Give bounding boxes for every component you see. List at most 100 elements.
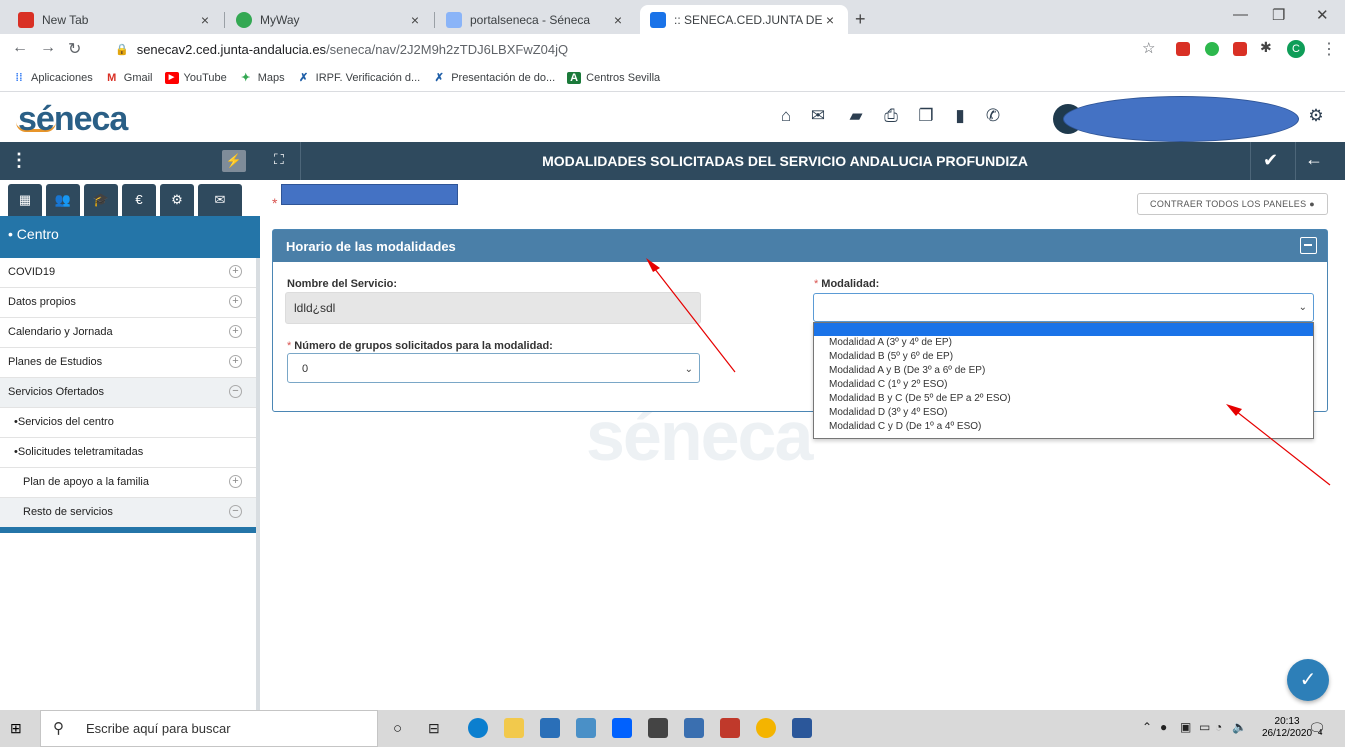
tab-seneca-active[interactable]: :: SENECA.CED.JUNTA DE ANDALU × — [640, 5, 848, 34]
dropbox-icon[interactable] — [612, 718, 632, 738]
bookmark-gmail[interactable]: M Gmail — [105, 72, 152, 84]
pdf2-extension-icon[interactable] — [1233, 42, 1247, 56]
phone-icon[interactable]: ✆ — [983, 106, 1003, 126]
reload-icon[interactable]: ↻ — [68, 39, 81, 59]
dropdown-option[interactable]: Modalidad B (5º y 6º de EP) — [814, 350, 1313, 364]
app-red-icon[interactable] — [720, 718, 740, 738]
users-icon[interactable]: 👥 — [46, 184, 80, 216]
collapse-all-panels-button[interactable]: CONTRAER TODOS LOS PANELES ● — [1137, 193, 1328, 215]
bookmark-centros-sevilla[interactable]: A Centros Sevilla — [567, 71, 660, 84]
gear-icon[interactable]: ⚙ — [1306, 106, 1326, 126]
documents-icon[interactable]: ❐ — [916, 106, 936, 126]
building-icon[interactable]: ▦ — [8, 184, 42, 216]
taskbar-search-box[interactable]: ⚲ Escribe aquí para buscar — [40, 710, 378, 747]
euro-icon[interactable]: € — [122, 184, 156, 216]
accept-check-icon[interactable]: ✔ — [1263, 150, 1278, 171]
expand-icon[interactable]: + — [229, 355, 242, 368]
edge-icon[interactable] — [468, 718, 488, 738]
folder-icon[interactable]: ▰ — [846, 106, 866, 126]
expand-icon[interactable]: + — [229, 265, 242, 278]
dropdown-option-empty-highlighted[interactable] — [814, 323, 1313, 336]
sidebar-item-planes-estudios[interactable]: Planes de Estudios + — [0, 348, 256, 378]
sidebar-item-covid19[interactable]: COVID19 + — [0, 258, 256, 288]
dropdown-option[interactable]: Modalidad B y C (De 5º de EP a 2º ESO) — [814, 392, 1313, 406]
dropdown-option[interactable]: Modalidad C (1º y 2º ESO) — [814, 378, 1313, 392]
sidebar-item-plan-apoyo[interactable]: Plan de apoyo a la familia + — [0, 468, 256, 498]
groups-select[interactable]: 0 ⌄ — [287, 353, 700, 383]
close-window-icon[interactable]: ✕ — [1316, 6, 1329, 24]
tab-new-tab[interactable]: New Tab × — [8, 5, 223, 34]
seneca-logo[interactable]: séneca — [18, 100, 128, 139]
battery-icon[interactable]: ▭ — [1199, 720, 1210, 734]
modality-select[interactable]: ⌄ — [813, 293, 1314, 322]
mail-app-icon[interactable] — [576, 718, 596, 738]
cogs-icon[interactable]: ⚙ — [160, 184, 194, 216]
bookmark-presentacion[interactable]: ✗ Presentación de do... — [432, 72, 556, 84]
tray-app-icon[interactable]: ● — [1160, 720, 1167, 734]
new-tab-button[interactable]: + — [855, 9, 866, 30]
forward-arrow-icon[interactable]: → — [40, 39, 56, 57]
volume-icon[interactable]: 🔈 — [1232, 720, 1247, 734]
bookmark-youtube[interactable]: ▶ YouTube — [164, 71, 227, 84]
sidebar-item-servicios-centro[interactable]: •Servicios del centro — [0, 408, 256, 438]
close-tab-icon[interactable]: × — [822, 12, 838, 28]
bookmark-aplicaciones[interactable]: ⁞⁞ Aplicaciones — [12, 72, 92, 84]
cortana-icon[interactable]: ○ — [393, 720, 402, 737]
close-tab-icon[interactable]: × — [407, 12, 423, 28]
graduation-icon[interactable]: 🎓 — [84, 184, 118, 216]
windows-start-icon[interactable]: ⊞ — [10, 720, 22, 737]
profile-avatar[interactable]: C — [1287, 40, 1305, 58]
evernote-extension-icon[interactable] — [1205, 42, 1219, 56]
store-icon[interactable] — [540, 718, 560, 738]
bolt-icon[interactable]: ⚡ — [222, 150, 246, 172]
taskbar-clock[interactable]: 20:13 26/12/2020 — [1262, 716, 1312, 740]
dropdown-option[interactable]: Modalidad C y D (De 1º a 4º ESO) — [814, 420, 1313, 434]
maximize-icon[interactable]: ❐ — [1272, 6, 1285, 24]
confirm-fab-button[interactable]: ✓ — [1287, 659, 1329, 701]
thumbs-icon[interactable]: ▮ — [950, 106, 970, 126]
tab-myway[interactable]: MyWay × — [226, 5, 433, 34]
chrome-icon[interactable] — [756, 718, 776, 738]
pdf-extension-icon[interactable] — [1176, 42, 1190, 56]
extensions-puzzle-icon[interactable]: ✱ — [1260, 39, 1272, 56]
task-view-icon[interactable]: ⊟ — [428, 720, 440, 737]
minimize-icon[interactable]: — — [1233, 6, 1248, 23]
tab-portalseneca[interactable]: portalseneca - Séneca × — [436, 5, 636, 34]
dropdown-option[interactable]: Modalidad A y B (De 3º a 6º de EP) — [814, 364, 1313, 378]
word-icon[interactable] — [792, 718, 812, 738]
sidebar-section-title[interactable]: • Centro — [0, 216, 260, 258]
home-icon[interactable]: ⌂ — [776, 106, 796, 126]
bookmark-star-icon[interactable]: ☆ — [1142, 39, 1155, 57]
sidebar-item-solicitudes[interactable]: •Solicitudes teletramitadas — [0, 438, 256, 468]
expand-icon[interactable]: + — [229, 295, 242, 308]
print-icon[interactable]: ⎙ — [881, 106, 901, 126]
bookmark-irpf[interactable]: ✗ IRPF. Verificación d... — [297, 72, 420, 84]
expand-icon[interactable]: + — [229, 475, 242, 488]
notifications-icon[interactable]: 🗨 — [1308, 720, 1326, 737]
collapse-panel-icon[interactable] — [1300, 237, 1317, 254]
address-bar[interactable]: 🔒 senecav2.ced.junta-andalucia.es/seneca… — [115, 37, 1150, 61]
sidebar-item-servicios-ofertados[interactable]: Servicios Ofertados − — [0, 378, 256, 408]
close-tab-icon[interactable]: × — [197, 12, 213, 28]
file-explorer-icon[interactable] — [504, 718, 524, 738]
tray-chevron-icon[interactable]: ⌃ — [1142, 720, 1152, 734]
envelope-icon[interactable]: ✉ — [198, 184, 242, 216]
bookmark-maps[interactable]: ✦ Maps — [239, 72, 285, 84]
sidebar-item-resto-servicios[interactable]: Resto de servicios − — [0, 498, 256, 528]
sidebar-item-datos-propios[interactable]: Datos propios + — [0, 288, 256, 318]
expand-icon[interactable]: + — [229, 325, 242, 338]
close-tab-icon[interactable]: × — [610, 12, 626, 28]
sidebar-item-calendario[interactable]: Calendario y Jornada + — [0, 318, 256, 348]
dropdown-option[interactable]: Modalidad D (3º y 4º ESO) — [814, 406, 1313, 420]
app-blue-icon[interactable] — [684, 718, 704, 738]
mail-icon[interactable]: ✉ — [808, 106, 828, 126]
app-bolt-icon[interactable] — [648, 718, 668, 738]
wifi-icon[interactable]: ◔ — [1215, 720, 1222, 734]
collapse-icon[interactable]: − — [229, 385, 242, 398]
dropdown-option[interactable]: Modalidad A (3º y 4º de EP) — [814, 336, 1313, 350]
collapse-icon[interactable]: − — [229, 505, 242, 518]
sidebar-menu-icon[interactable]: ⋮ — [10, 150, 28, 171]
back-arrow-icon[interactable]: ← — [1305, 149, 1323, 170]
tray-display-icon[interactable]: ▣ — [1180, 720, 1191, 734]
back-arrow-icon[interactable]: ← — [12, 39, 28, 57]
